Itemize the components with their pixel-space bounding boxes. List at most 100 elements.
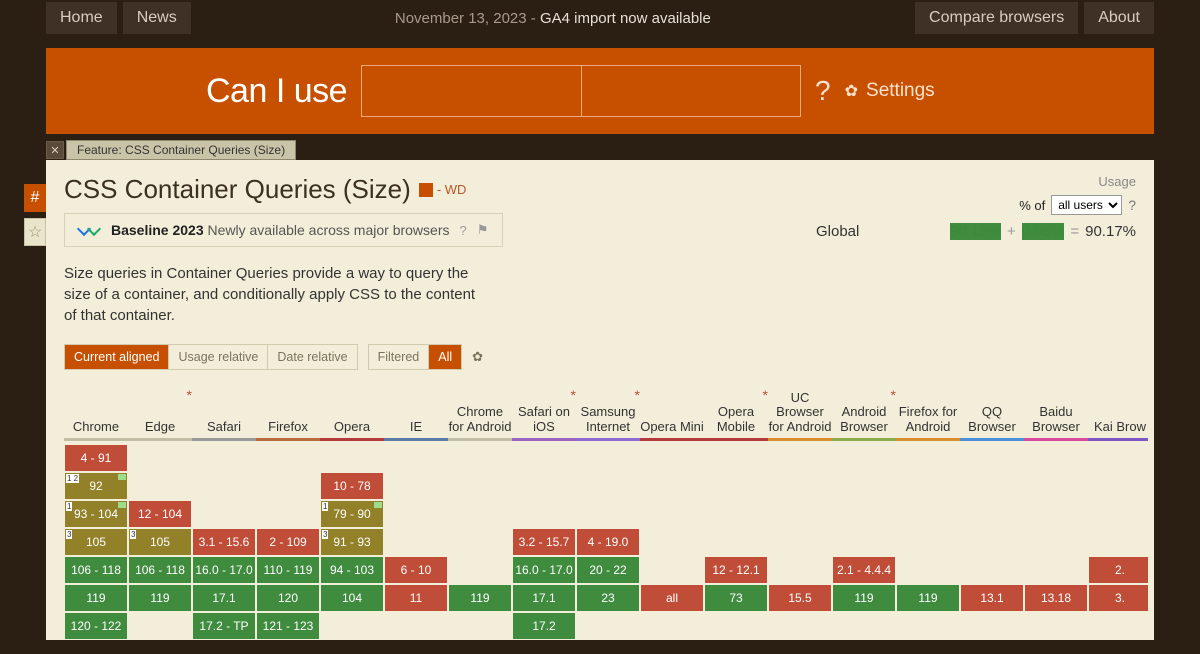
support-cell: [577, 501, 639, 527]
support-cell[interactable]: 2.1 - 4.4.4: [833, 557, 895, 583]
usage-select[interactable]: all users: [1051, 195, 1122, 215]
support-cell[interactable]: 10 - 78: [321, 473, 383, 499]
browser-header[interactable]: Opera: [320, 388, 384, 438]
browser-header[interactable]: IE: [384, 388, 448, 438]
browser-header[interactable]: Baidu Browser: [1024, 388, 1088, 438]
support-cell: [897, 557, 959, 583]
support-cell[interactable]: 17.1: [513, 585, 575, 611]
browser-header[interactable]: Safari on iOS*: [512, 388, 576, 438]
align-date-relative[interactable]: Date relative: [268, 345, 356, 369]
support-cell: [1089, 501, 1148, 527]
browser-underline: [192, 438, 256, 441]
support-cell: [1025, 613, 1087, 639]
support-cell[interactable]: 93 - 1041: [65, 501, 127, 527]
support-cell[interactable]: 110 - 119: [257, 557, 319, 583]
support-cell[interactable]: 79 - 901: [321, 501, 383, 527]
support-cell: [961, 501, 1023, 527]
support-cell[interactable]: 3.1 - 15.6: [193, 529, 255, 555]
support-cell[interactable]: 15.5: [769, 585, 831, 611]
support-cell[interactable]: 121 - 123: [257, 613, 319, 639]
align-current-aligned[interactable]: Current aligned: [65, 345, 169, 369]
support-cell[interactable]: 16.0 - 17.0: [513, 557, 575, 583]
grid-settings-icon[interactable]: ✿: [472, 349, 483, 365]
browser-header[interactable]: Chrome: [64, 388, 128, 438]
support-cell[interactable]: 2.: [1089, 557, 1148, 583]
browser-header[interactable]: Kai Brow: [1088, 388, 1148, 438]
support-cell[interactable]: 3.2 - 15.7: [513, 529, 575, 555]
support-cell[interactable]: 106 - 118: [129, 557, 191, 583]
support-cell[interactable]: 17.2: [513, 613, 575, 639]
browser-header[interactable]: Chrome for Android: [448, 388, 512, 438]
star-tab[interactable]: ☆: [24, 218, 46, 246]
filter-all[interactable]: All: [429, 345, 461, 369]
nav-compare[interactable]: Compare browsers: [915, 2, 1078, 34]
browser-header[interactable]: Safari: [192, 388, 256, 438]
browser-header[interactable]: Firefox: [256, 388, 320, 438]
news-banner[interactable]: November 13, 2023 - GA4 import now avail…: [197, 10, 909, 27]
browser-underline: [64, 438, 128, 441]
flag-icon[interactable]: ⚑: [477, 222, 489, 238]
support-cell[interactable]: 11: [385, 585, 447, 611]
support-cell[interactable]: 120 - 122: [65, 613, 127, 639]
support-cell[interactable]: 120: [257, 585, 319, 611]
support-cell[interactable]: 17.1: [193, 585, 255, 611]
browser-header[interactable]: Edge*: [128, 388, 192, 438]
support-cell: [705, 473, 767, 499]
support-cell[interactable]: 3.: [1089, 585, 1148, 611]
browser-header[interactable]: QQ Browser: [960, 388, 1024, 438]
support-cell[interactable]: 1053: [129, 529, 191, 555]
feature-tab[interactable]: Feature: CSS Container Queries (Size): [66, 140, 296, 160]
support-cell[interactable]: 921 2: [65, 473, 127, 499]
align-usage-relative[interactable]: Usage relative: [169, 345, 268, 369]
support-cell[interactable]: 1053: [65, 529, 127, 555]
help-icon[interactable]: ?: [460, 223, 467, 238]
baseline-badge[interactable]: Baseline 2023 Newly available across maj…: [64, 213, 503, 247]
usage-global-label: Global: [816, 223, 859, 240]
search-input[interactable]: [361, 65, 801, 117]
support-cell[interactable]: 16.0 - 17.0: [193, 557, 255, 583]
support-cell[interactable]: 2 - 109: [257, 529, 319, 555]
settings-button[interactable]: ✿ Settings: [845, 80, 935, 102]
support-cell: [513, 473, 575, 499]
support-cell: [193, 501, 255, 527]
browser-header[interactable]: Android Browser*: [832, 388, 896, 438]
nav-home[interactable]: Home: [46, 2, 117, 34]
support-cell[interactable]: 12 - 104: [129, 501, 191, 527]
browser-header[interactable]: Opera Mobile*: [704, 388, 768, 438]
support-cell[interactable]: 104: [321, 585, 383, 611]
usage-partial: 0.05%: [1022, 223, 1065, 240]
support-cell[interactable]: 119: [65, 585, 127, 611]
support-cell: [513, 501, 575, 527]
filter-filtered[interactable]: Filtered: [369, 345, 430, 369]
support-cell[interactable]: 91 - 933: [321, 529, 383, 555]
browser-header[interactable]: Firefox for Android: [896, 388, 960, 438]
browser-header[interactable]: UC Browser for Android: [768, 388, 832, 438]
support-cell[interactable]: 6 - 10: [385, 557, 447, 583]
support-cell[interactable]: 13.18: [1025, 585, 1087, 611]
browser-col: Firefox 2 - 109110 - 119120121 - 123: [256, 388, 320, 640]
support-cell[interactable]: 13.1: [961, 585, 1023, 611]
usage-help-icon[interactable]: ?: [1128, 197, 1136, 213]
support-cell[interactable]: 119: [129, 585, 191, 611]
support-cell[interactable]: 12 - 12.1: [705, 557, 767, 583]
support-cell[interactable]: 20 - 22: [577, 557, 639, 583]
support-cell[interactable]: 94 - 103: [321, 557, 383, 583]
nav-news[interactable]: News: [123, 2, 191, 34]
browser-header[interactable]: Samsung Internet*: [576, 388, 640, 438]
support-cell[interactable]: 17.2 - TP: [193, 613, 255, 639]
support-cell[interactable]: 119: [449, 585, 511, 611]
hash-tab[interactable]: #: [24, 184, 46, 212]
support-cell[interactable]: 4 - 19.0: [577, 529, 639, 555]
support-cell[interactable]: 106 - 118: [65, 557, 127, 583]
close-tab-button[interactable]: ✕: [46, 141, 64, 159]
browser-header[interactable]: Opera Mini: [640, 388, 704, 438]
spec-badge[interactable]: - WD: [419, 182, 467, 197]
nav-about[interactable]: About: [1084, 2, 1154, 34]
support-cell[interactable]: 4 - 91: [65, 445, 127, 471]
support-cell[interactable]: 73: [705, 585, 767, 611]
support-cell[interactable]: 119: [897, 585, 959, 611]
support-cell[interactable]: 23: [577, 585, 639, 611]
browser-col: UC Browser for Android 15.5: [768, 388, 832, 640]
support-cell[interactable]: all: [641, 585, 703, 611]
support-cell[interactable]: 119: [833, 585, 895, 611]
